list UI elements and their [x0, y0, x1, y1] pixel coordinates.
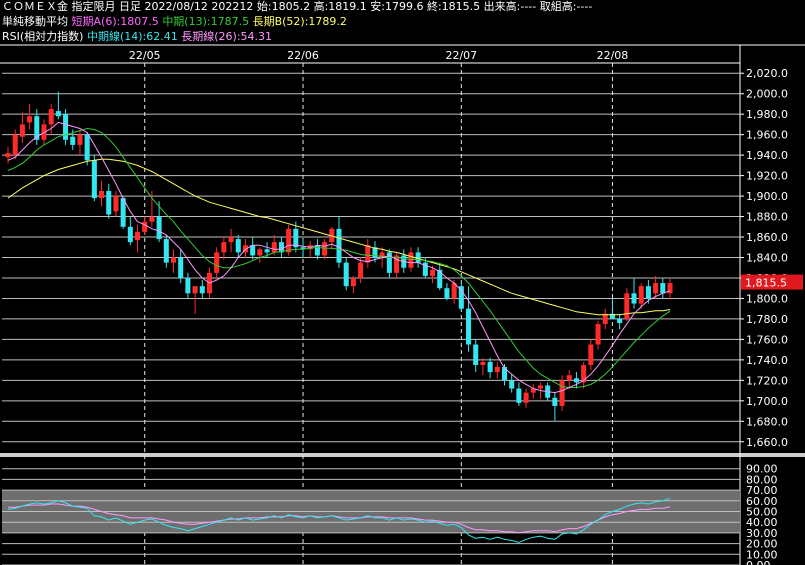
candle-body — [257, 249, 263, 256]
candle-body — [602, 313, 608, 325]
candle-body — [12, 134, 18, 156]
candle-body — [286, 228, 292, 253]
candle-body — [113, 196, 119, 212]
candle-body — [84, 134, 90, 161]
candle-body — [444, 288, 450, 299]
candle-body — [437, 269, 443, 289]
candle-body — [5, 153, 11, 158]
candle-body — [645, 286, 651, 299]
price-tick-label: 1,800.0 — [746, 292, 788, 305]
candle-body — [638, 286, 644, 304]
candle-body — [624, 293, 630, 319]
price-tick-label: 1,900.0 — [746, 190, 788, 203]
axis-layer: 1,660.0 1,680.0 1,700.0 1,720.0 1,740.0 1,760… — [129, 49, 803, 565]
price-tick-label: 1,660.0 — [746, 436, 788, 449]
candle-body — [178, 257, 184, 278]
candle-body — [617, 318, 623, 324]
price-tick-label: 1,780.0 — [746, 313, 788, 326]
candle-body — [566, 375, 572, 381]
candle-body — [365, 245, 371, 263]
candle-body — [336, 228, 342, 263]
candle-body — [466, 308, 472, 345]
candle-body — [142, 221, 148, 232]
candle-body — [595, 324, 601, 345]
candle-body — [343, 262, 349, 287]
candle-body — [350, 277, 356, 287]
candle-body — [99, 190, 105, 199]
candle-body — [228, 237, 234, 243]
date-tick-label: 22/08 — [597, 49, 629, 62]
price-tick-label: 1,700.0 — [746, 395, 788, 408]
price-tick-label: 2,020.0 — [746, 67, 788, 80]
candle-body — [358, 262, 364, 278]
candle-body — [48, 109, 54, 125]
candle-body — [559, 380, 565, 406]
candle-body — [235, 239, 241, 253]
candle-body — [523, 392, 529, 403]
candle-body — [19, 124, 25, 137]
candle-body — [653, 283, 659, 294]
candle-body — [70, 136, 76, 145]
candle-body — [199, 286, 205, 294]
candle-body — [552, 397, 558, 406]
chart-canvas: 1,660.0 1,680.0 1,700.0 1,720.0 1,740.0 1,760… — [0, 44, 805, 565]
grid-layer — [0, 44, 805, 565]
candle-body — [149, 216, 155, 222]
candle-body — [55, 111, 61, 117]
candle-body — [156, 216, 162, 240]
candle-body — [458, 286, 464, 309]
candle-body — [163, 239, 169, 263]
candle-body — [631, 293, 637, 304]
candle-body — [660, 283, 666, 294]
candle-body — [27, 116, 33, 123]
candle-body — [537, 385, 543, 389]
date-tick-label: 22/06 — [287, 49, 319, 62]
price-tick-label: 1,880.0 — [746, 211, 788, 224]
candle-body — [170, 257, 177, 263]
candle-body — [127, 226, 133, 243]
candle-body — [588, 344, 594, 365]
candle-body — [77, 134, 83, 145]
price-tick-label: 1,840.0 — [746, 252, 788, 265]
candle-body — [430, 269, 436, 276]
candle-body — [192, 286, 198, 294]
candle-body — [91, 160, 97, 199]
candle-body — [221, 242, 227, 253]
candle-body — [473, 344, 479, 365]
candle-body — [487, 361, 493, 373]
price-tick-label: 1,740.0 — [746, 354, 788, 367]
candle-body — [185, 277, 191, 294]
price-tick-label: 1,720.0 — [746, 374, 788, 387]
candle-body — [63, 114, 69, 140]
rsi-tick-label: 90.00 — [746, 463, 778, 476]
candle-body — [106, 190, 112, 215]
price-tick-label: 1,680.0 — [746, 415, 788, 428]
candle-body — [509, 380, 515, 389]
candle-body — [480, 361, 486, 365]
candle-body — [408, 252, 414, 268]
candle-body — [271, 242, 277, 253]
price-tick-label: 1,940.0 — [746, 149, 788, 162]
price-tick-label: 1,980.0 — [746, 108, 788, 121]
candle-body — [494, 367, 500, 373]
candle-body — [293, 228, 299, 248]
candle-body — [135, 231, 141, 241]
date-tick-label: 22/05 — [129, 49, 161, 62]
candle-body — [516, 388, 522, 403]
last-price-label: 1,815.5 — [745, 277, 787, 290]
date-tick-label: 22/07 — [445, 49, 477, 62]
candle-body — [573, 378, 579, 383]
price-tick-label: 1,760.0 — [746, 333, 788, 346]
price-tick-label: 2,000.0 — [746, 88, 788, 101]
chart-window: ＣＯＭＥＸ金 指定限月 日足 2022/08/12 202212 始:1805.… — [0, 0, 805, 565]
candle-body — [214, 252, 220, 273]
price-tick-label: 1,960.0 — [746, 129, 788, 142]
candle-layer — [5, 91, 673, 422]
candle-body — [314, 245, 320, 256]
price-tick-label: 1,920.0 — [746, 170, 788, 183]
candle-body — [264, 249, 270, 253]
price-tick-label: 1,860.0 — [746, 231, 788, 244]
